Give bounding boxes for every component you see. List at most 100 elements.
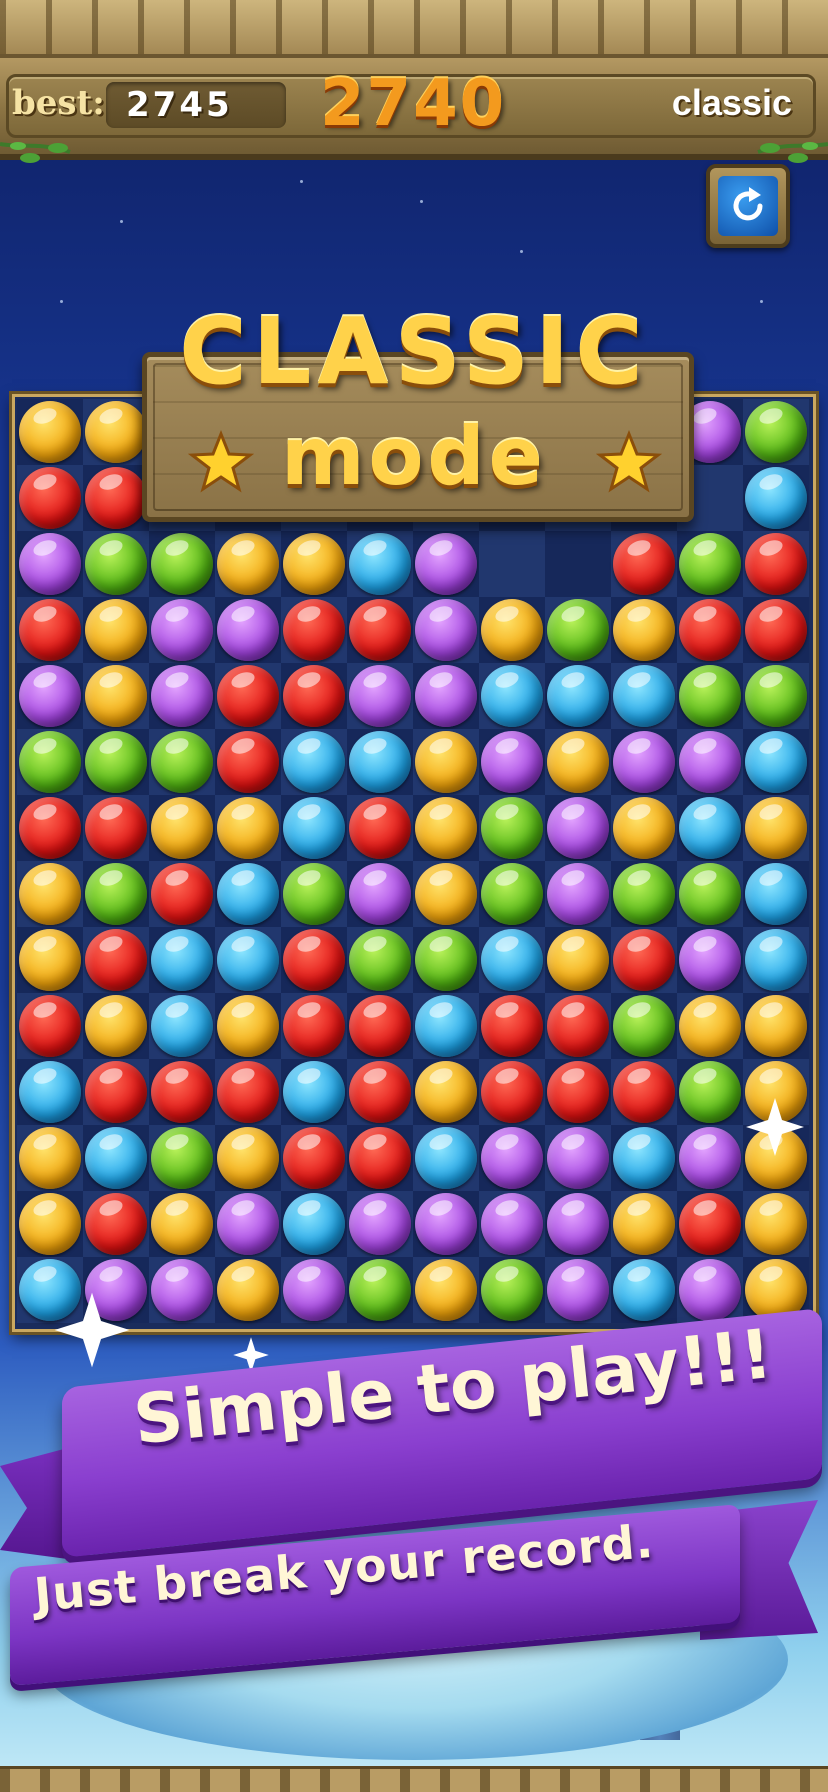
red-gem[interactable] bbox=[19, 797, 81, 859]
red-gem[interactable] bbox=[85, 1061, 147, 1123]
board-cell[interactable] bbox=[545, 531, 611, 597]
board-cell[interactable] bbox=[281, 597, 347, 663]
board-cell[interactable] bbox=[347, 1059, 413, 1125]
board-cell[interactable] bbox=[281, 531, 347, 597]
purple-gem[interactable] bbox=[481, 1127, 543, 1189]
red-gem[interactable] bbox=[217, 731, 279, 793]
blue-gem[interactable] bbox=[481, 665, 543, 727]
blue-gem[interactable] bbox=[85, 1127, 147, 1189]
green-gem[interactable] bbox=[679, 533, 741, 595]
board-cell[interactable] bbox=[611, 531, 677, 597]
red-gem[interactable] bbox=[283, 929, 345, 991]
board-cell[interactable] bbox=[149, 1191, 215, 1257]
yellow-gem[interactable] bbox=[85, 599, 147, 661]
green-gem[interactable] bbox=[151, 533, 213, 595]
red-gem[interactable] bbox=[547, 995, 609, 1057]
red-gem[interactable] bbox=[745, 533, 807, 595]
board-cell[interactable] bbox=[149, 861, 215, 927]
board-cell[interactable] bbox=[479, 663, 545, 729]
yellow-gem[interactable] bbox=[217, 533, 279, 595]
blue-gem[interactable] bbox=[19, 1061, 81, 1123]
red-gem[interactable] bbox=[19, 995, 81, 1057]
green-gem[interactable] bbox=[349, 929, 411, 991]
purple-gem[interactable] bbox=[547, 1193, 609, 1255]
board-cell[interactable] bbox=[281, 795, 347, 861]
board-cell[interactable] bbox=[83, 597, 149, 663]
board-cell[interactable] bbox=[347, 993, 413, 1059]
board-cell[interactable] bbox=[215, 531, 281, 597]
board-cell[interactable] bbox=[413, 927, 479, 993]
board-cell[interactable] bbox=[677, 597, 743, 663]
board-cell[interactable] bbox=[17, 861, 83, 927]
yellow-gem[interactable] bbox=[547, 929, 609, 991]
blue-gem[interactable] bbox=[481, 929, 543, 991]
board-cell[interactable] bbox=[677, 795, 743, 861]
red-gem[interactable] bbox=[283, 665, 345, 727]
yellow-gem[interactable] bbox=[547, 731, 609, 793]
blue-gem[interactable] bbox=[151, 995, 213, 1057]
blue-gem[interactable] bbox=[415, 995, 477, 1057]
board-cell[interactable] bbox=[413, 663, 479, 729]
red-gem[interactable] bbox=[85, 797, 147, 859]
red-gem[interactable] bbox=[349, 995, 411, 1057]
blue-gem[interactable] bbox=[745, 731, 807, 793]
board-cell[interactable] bbox=[545, 729, 611, 795]
yellow-gem[interactable] bbox=[19, 863, 81, 925]
purple-gem[interactable] bbox=[481, 1193, 543, 1255]
board-cell[interactable] bbox=[149, 1257, 215, 1323]
board-cell[interactable] bbox=[215, 861, 281, 927]
blue-gem[interactable] bbox=[217, 863, 279, 925]
red-gem[interactable] bbox=[745, 599, 807, 661]
blue-gem[interactable] bbox=[217, 929, 279, 991]
blue-gem[interactable] bbox=[283, 1061, 345, 1123]
green-gem[interactable] bbox=[481, 797, 543, 859]
red-gem[interactable] bbox=[481, 995, 543, 1057]
board-cell[interactable] bbox=[545, 993, 611, 1059]
board-cell[interactable] bbox=[677, 993, 743, 1059]
yellow-gem[interactable] bbox=[217, 797, 279, 859]
yellow-gem[interactable] bbox=[19, 1193, 81, 1255]
board-cell[interactable] bbox=[17, 993, 83, 1059]
board-cell[interactable] bbox=[347, 861, 413, 927]
board-cell[interactable] bbox=[479, 1125, 545, 1191]
board-cell[interactable] bbox=[545, 1257, 611, 1323]
purple-gem[interactable] bbox=[283, 1259, 345, 1321]
board-cell[interactable] bbox=[149, 729, 215, 795]
red-gem[interactable] bbox=[85, 929, 147, 991]
blue-gem[interactable] bbox=[745, 929, 807, 991]
board-cell[interactable] bbox=[479, 993, 545, 1059]
purple-gem[interactable] bbox=[151, 599, 213, 661]
red-gem[interactable] bbox=[151, 863, 213, 925]
board-cell[interactable] bbox=[215, 1125, 281, 1191]
board-cell[interactable] bbox=[545, 1191, 611, 1257]
board-cell[interactable] bbox=[149, 663, 215, 729]
board-cell[interactable] bbox=[83, 1191, 149, 1257]
red-gem[interactable] bbox=[349, 1127, 411, 1189]
purple-gem[interactable] bbox=[679, 929, 741, 991]
board-cell[interactable] bbox=[149, 531, 215, 597]
board-cell[interactable] bbox=[677, 927, 743, 993]
board-cell[interactable] bbox=[347, 1191, 413, 1257]
green-gem[interactable] bbox=[415, 929, 477, 991]
board-cell[interactable] bbox=[545, 927, 611, 993]
board-cell[interactable] bbox=[677, 1125, 743, 1191]
red-gem[interactable] bbox=[85, 1193, 147, 1255]
board-cell[interactable] bbox=[611, 1191, 677, 1257]
red-gem[interactable] bbox=[349, 797, 411, 859]
purple-gem[interactable] bbox=[151, 1259, 213, 1321]
board-cell[interactable] bbox=[17, 531, 83, 597]
red-gem[interactable] bbox=[19, 599, 81, 661]
board-cell[interactable] bbox=[611, 729, 677, 795]
purple-gem[interactable] bbox=[19, 533, 81, 595]
red-gem[interactable] bbox=[613, 1061, 675, 1123]
green-gem[interactable] bbox=[151, 731, 213, 793]
yellow-gem[interactable] bbox=[415, 1061, 477, 1123]
red-gem[interactable] bbox=[613, 929, 675, 991]
board-cell[interactable] bbox=[17, 729, 83, 795]
board-cell[interactable] bbox=[413, 993, 479, 1059]
board-cell[interactable] bbox=[215, 729, 281, 795]
board-cell[interactable] bbox=[17, 1059, 83, 1125]
board-cell[interactable] bbox=[743, 795, 809, 861]
blue-gem[interactable] bbox=[283, 1193, 345, 1255]
board-cell[interactable] bbox=[281, 861, 347, 927]
